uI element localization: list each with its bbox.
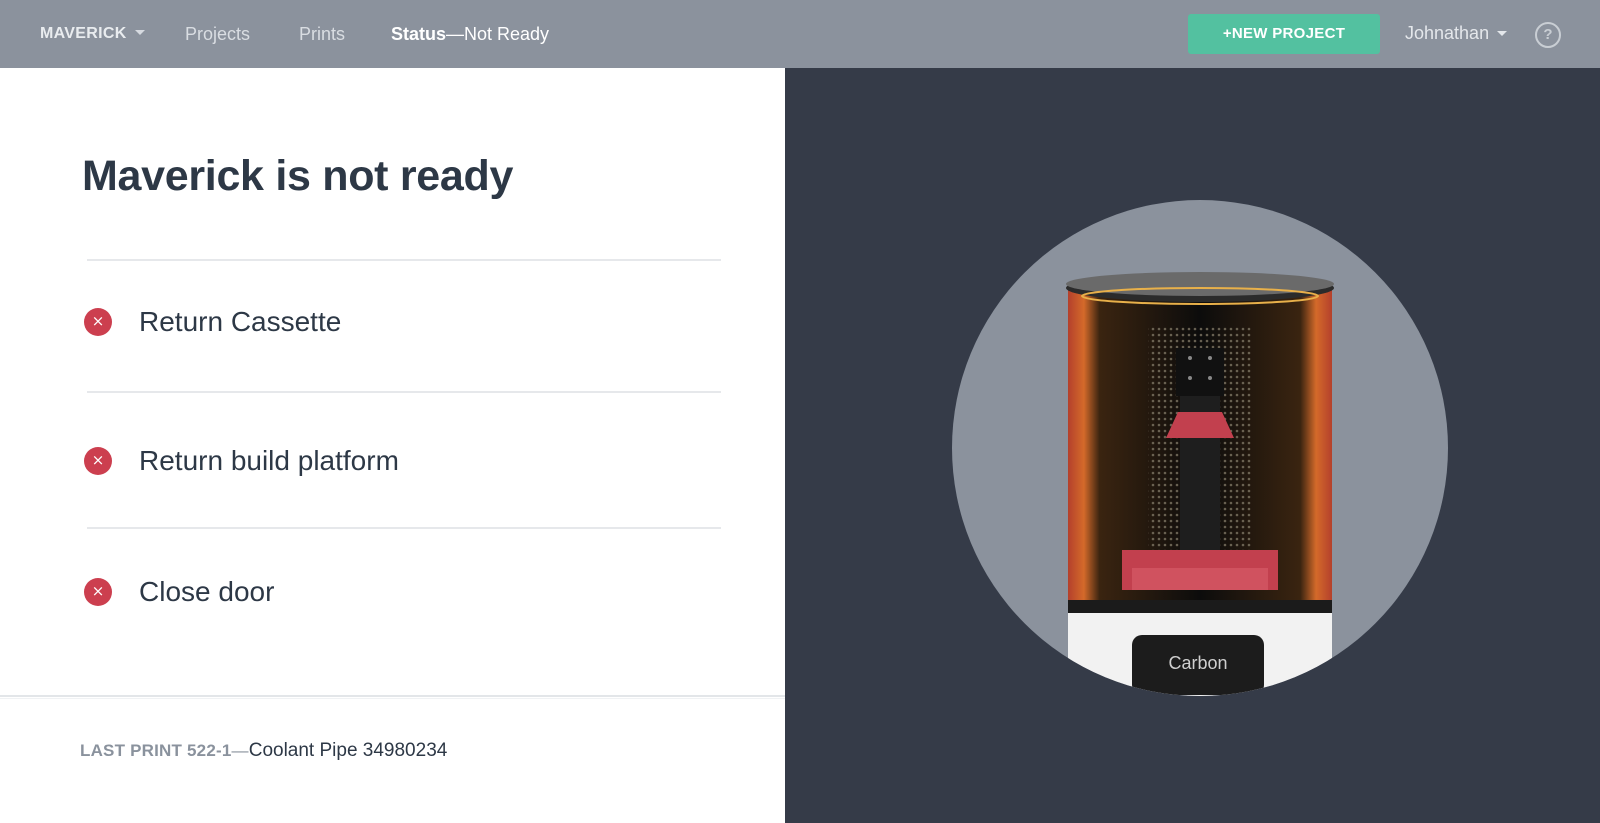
error-x-icon: × <box>84 308 112 336</box>
nav-status-link[interactable]: Status—Not Ready <box>391 0 549 68</box>
last-print-name: Coolant Pipe 34980234 <box>248 740 448 761</box>
page-title: Maverick is not ready <box>82 152 514 200</box>
divider <box>87 527 721 529</box>
nav-projects-link[interactable]: Projects <box>185 0 250 68</box>
printer-name: MAVERICK <box>40 25 127 42</box>
last-print-separator: — <box>231 741 249 760</box>
error-x-icon: × <box>84 578 112 606</box>
last-print-label: LAST PRINT 522-1 <box>80 741 232 760</box>
chevron-down-icon <box>134 30 145 36</box>
last-print-info[interactable]: LAST PRINT 522-1—Coolant Pipe 34980234 <box>80 740 447 762</box>
printer-brand-label: Carbon <box>1168 653 1227 673</box>
checklist-item-label: Return build platform <box>139 445 399 476</box>
checklist-item-label: Return Cassette <box>139 306 342 337</box>
new-project-button[interactable]: +NEW PROJECT <box>1188 14 1380 54</box>
error-x-icon: × <box>84 447 112 475</box>
status-label: Status <box>391 24 447 44</box>
printer-image-circle: Carbon <box>952 200 1448 696</box>
printer-visual-panel: Carbon <box>785 68 1600 823</box>
top-nav-bar: MAVERICK Projects Prints Status—Not Read… <box>0 0 1600 68</box>
checklist-item-label: Close door <box>139 576 275 607</box>
footer-divider <box>0 695 785 697</box>
user-name: Johnathan <box>1405 23 1490 43</box>
printer-illustration: Carbon <box>1066 272 1334 696</box>
chevron-down-icon <box>1497 30 1508 36</box>
status-value: —Not Ready <box>446 24 550 44</box>
divider <box>87 259 721 261</box>
footer-divider <box>0 698 785 699</box>
help-icon[interactable]: ? <box>1535 22 1561 48</box>
user-menu[interactable]: Johnathan <box>1405 0 1508 68</box>
printer-selector[interactable]: MAVERICK <box>40 0 145 68</box>
divider <box>87 391 721 393</box>
status-panel: Maverick is not ready × Return Cassette … <box>0 68 785 823</box>
nav-prints-link[interactable]: Prints <box>299 0 345 68</box>
